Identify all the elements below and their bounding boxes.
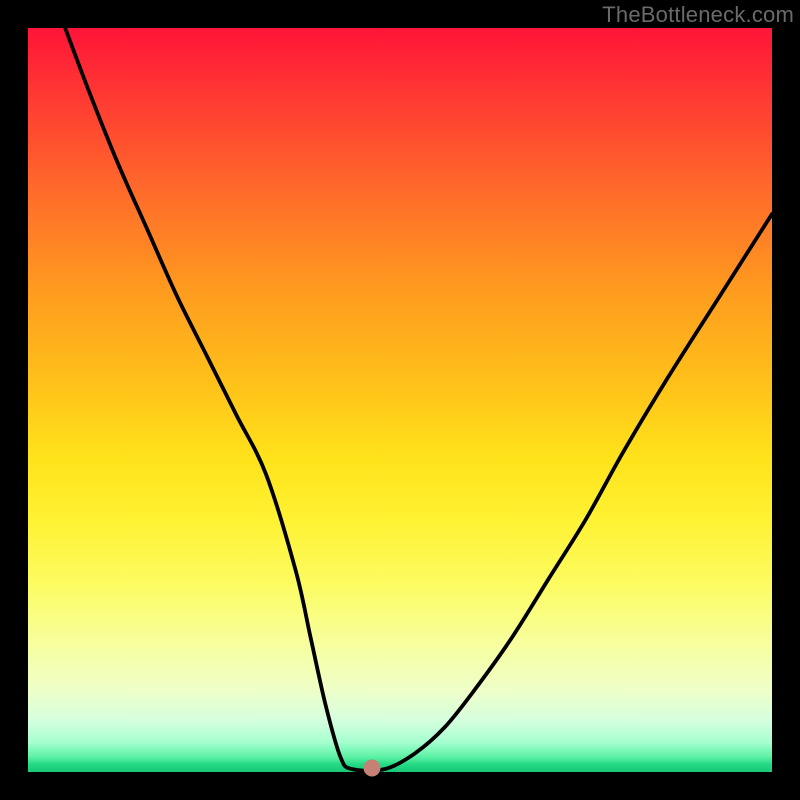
watermark-text: TheBottleneck.com [602, 2, 794, 28]
marker-dot [363, 759, 380, 776]
plot-area [28, 28, 772, 772]
curve-path [65, 28, 772, 771]
curve-svg [28, 28, 772, 772]
chart-frame: TheBottleneck.com [0, 0, 800, 800]
